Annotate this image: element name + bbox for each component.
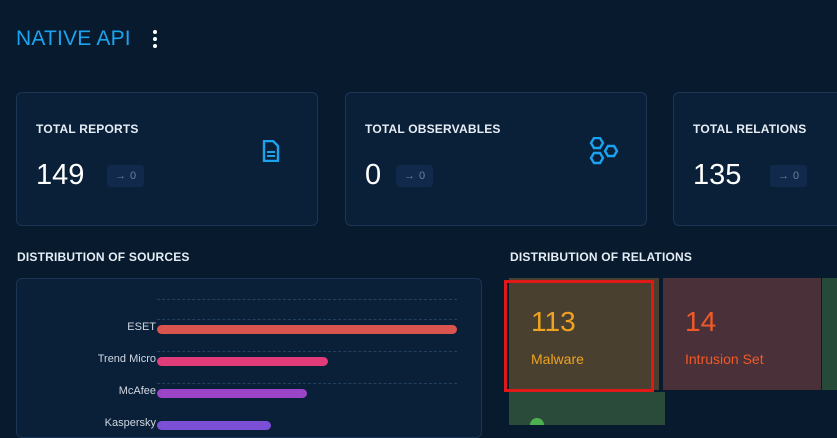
treemap-tile[interactable] [509, 392, 665, 425]
treemap-tile-intrusion-set[interactable]: 14 Intrusion Set [663, 278, 821, 390]
tile-value: 14 [685, 306, 717, 337]
sources-section-title: DISTRIBUTION OF SOURCES [17, 250, 190, 264]
card-value: 135 [693, 159, 742, 191]
card-delta-value: 0 [130, 170, 137, 182]
source-name: McAfee [118, 385, 156, 397]
source-bar[interactable] [157, 357, 328, 366]
dashboard-header: NATIVE API [16, 24, 161, 54]
card-delta-badge: → 0 [107, 165, 145, 187]
dashboard-title: NATIVE API [16, 27, 131, 50]
tile-value-partial [530, 418, 544, 425]
card-delta-value: 0 [793, 170, 800, 182]
source-bar[interactable] [157, 325, 457, 334]
relations-section-title: DISTRIBUTION OF RELATIONS [510, 250, 693, 264]
card-label: TOTAL OBSERVABLES [365, 122, 501, 136]
tile-value: 113 [531, 306, 576, 337]
source-row[interactable]: McAfee [17, 383, 481, 403]
arrow-right-icon: → [115, 170, 126, 182]
sources-chart-panel: ESET Trend Micro McAfee Kaspersky [16, 278, 482, 438]
card-value: 0 [365, 159, 382, 191]
hexagon-multiple-icon [589, 137, 619, 165]
card-label: TOTAL REPORTS [36, 122, 139, 136]
source-name: ESET [127, 321, 156, 333]
more-options-icon[interactable] [149, 28, 161, 50]
source-row[interactable]: Kaspersky [17, 415, 481, 435]
source-bar[interactable] [157, 421, 271, 430]
total-reports-card: TOTAL REPORTS 149 → 0 [16, 92, 318, 226]
card-label: TOTAL RELATIONS [693, 122, 807, 136]
source-name: Kaspersky [104, 417, 156, 429]
file-document-icon [262, 140, 280, 162]
card-delta-value: 0 [419, 170, 426, 182]
source-name: Trend Micro [97, 353, 156, 365]
treemap-tile-malware[interactable]: 113 Malware [509, 278, 659, 390]
source-row[interactable]: Trend Micro [17, 351, 481, 371]
arrow-right-icon: → [404, 170, 415, 182]
tile-label: Intrusion Set [685, 351, 764, 367]
arrow-right-icon: → [778, 170, 789, 182]
card-delta-badge: → 0 [396, 165, 434, 187]
source-row[interactable]: ESET [17, 319, 481, 339]
card-delta-badge: → 0 [770, 165, 808, 187]
source-bar[interactable] [157, 389, 307, 398]
treemap-tile[interactable] [822, 278, 837, 390]
card-value: 149 [36, 159, 85, 191]
total-relations-card: TOTAL RELATIONS 135 → 0 [673, 92, 837, 226]
tile-label: Malware [531, 351, 584, 367]
total-observables-card: TOTAL OBSERVABLES 0 → 0 [345, 92, 647, 226]
relations-treemap: 113 Malware 14 Intrusion Set [502, 278, 837, 425]
gridline [157, 299, 457, 300]
